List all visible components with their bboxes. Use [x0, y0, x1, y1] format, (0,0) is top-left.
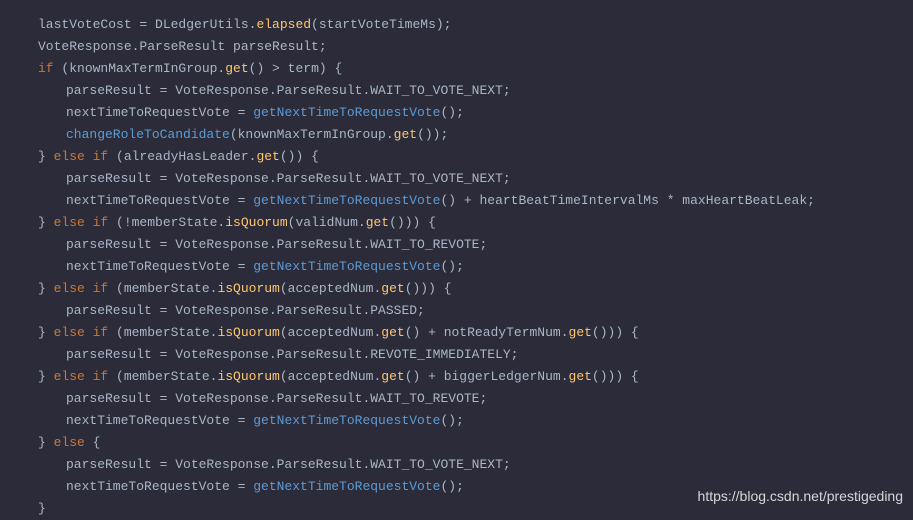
code-text: VoteResponse.ParseResult parseResult;: [38, 39, 327, 54]
code-text: ())) {: [405, 281, 452, 296]
code-text: () + notReadyTermNum.: [405, 325, 569, 340]
code-text: parseResult = VoteResponse.ParseResult.W…: [66, 237, 487, 252]
code-text: (acceptedNum.: [280, 325, 381, 340]
code-text: {: [85, 435, 101, 450]
watermark-text: https://blog.csdn.net/prestigeding: [698, 485, 903, 507]
code-line: } else if (memberState.isQuorum(accepted…: [38, 278, 903, 300]
code-line: changeRoleToCandidate(knownMaxTermInGrou…: [66, 124, 903, 146]
method-call: get: [225, 61, 248, 76]
method-call: getNextTimeToRequestVote: [253, 193, 440, 208]
code-text: lastVoteCost = DLedgerUtils.: [38, 17, 256, 32]
code-text: parseResult = VoteResponse.ParseResult.P…: [66, 303, 425, 318]
code-text: nextTimeToRequestVote =: [66, 479, 253, 494]
code-line: parseResult = VoteResponse.ParseResult.P…: [66, 300, 903, 322]
code-text: }: [38, 369, 54, 384]
code-line: parseResult = VoteResponse.ParseResult.W…: [66, 168, 903, 190]
code-line: } else if (!memberState.isQuorum(validNu…: [38, 212, 903, 234]
code-line: VoteResponse.ParseResult parseResult;: [38, 36, 903, 58]
method-call: get: [381, 369, 404, 384]
code-text: (startVoteTimeMs);: [311, 17, 451, 32]
code-text: }: [38, 435, 54, 450]
keyword: else if: [54, 215, 109, 230]
code-text: (validNum.: [288, 215, 366, 230]
code-text: ();: [440, 259, 463, 274]
keyword: else if: [54, 325, 109, 340]
code-line: if (knownMaxTermInGroup.get() > term) {: [38, 58, 903, 80]
code-text: ())) {: [592, 325, 639, 340]
method-call: getNextTimeToRequestVote: [253, 105, 440, 120]
code-text: ()) {: [280, 149, 319, 164]
code-text: (memberState.: [108, 325, 217, 340]
code-text: ();: [440, 413, 463, 428]
keyword: else if: [54, 149, 109, 164]
code-text: }: [38, 325, 54, 340]
code-text: ();: [440, 105, 463, 120]
code-line: parseResult = VoteResponse.ParseResult.W…: [66, 234, 903, 256]
method-call: elapsed: [256, 17, 311, 32]
code-line: nextTimeToRequestVote = getNextTimeToReq…: [66, 410, 903, 432]
code-text: (acceptedNum.: [280, 369, 381, 384]
code-text: }: [38, 149, 54, 164]
method-call: changeRoleToCandidate: [66, 127, 230, 142]
code-text: () > term) {: [249, 61, 343, 76]
code-text: ())) {: [592, 369, 639, 384]
code-line: parseResult = VoteResponse.ParseResult.W…: [66, 454, 903, 476]
method-call: get: [256, 149, 279, 164]
code-text: (!memberState.: [108, 215, 225, 230]
code-text: parseResult = VoteResponse.ParseResult.W…: [66, 457, 511, 472]
code-text: nextTimeToRequestVote =: [66, 193, 253, 208]
code-line: nextTimeToRequestVote = getNextTimeToReq…: [66, 102, 903, 124]
method-call: get: [381, 281, 404, 296]
method-call: get: [381, 325, 404, 340]
code-line: nextTimeToRequestVote = getNextTimeToReq…: [66, 190, 903, 212]
code-line: } else if (memberState.isQuorum(accepted…: [38, 366, 903, 388]
code-line: nextTimeToRequestVote = getNextTimeToReq…: [66, 256, 903, 278]
code-text: (memberState.: [108, 369, 217, 384]
method-call: get: [366, 215, 389, 230]
code-text: nextTimeToRequestVote =: [66, 413, 253, 428]
keyword: else if: [54, 369, 109, 384]
code-text: ());: [417, 127, 448, 142]
keyword: if: [38, 61, 54, 76]
code-line: } else if (memberState.isQuorum(accepted…: [38, 322, 903, 344]
code-text: () + heartBeatTimeIntervalMs * maxHeartB…: [440, 193, 814, 208]
code-text: (acceptedNum.: [280, 281, 381, 296]
code-block: lastVoteCost = DLedgerUtils.elapsed(star…: [10, 14, 903, 520]
method-call: isQuorum: [217, 281, 279, 296]
method-call: getNextTimeToRequestVote: [253, 259, 440, 274]
code-line: parseResult = VoteResponse.ParseResult.W…: [66, 388, 903, 410]
method-call: get: [569, 369, 592, 384]
code-text: parseResult = VoteResponse.ParseResult.W…: [66, 391, 487, 406]
method-call: getNextTimeToRequestVote: [253, 479, 440, 494]
code-line: } else if (alreadyHasLeader.get()) {: [38, 146, 903, 168]
code-text: }: [38, 501, 46, 516]
keyword: else if: [54, 281, 109, 296]
code-text: }: [38, 281, 54, 296]
method-call: get: [394, 127, 417, 142]
code-text: (knownMaxTermInGroup.: [230, 127, 394, 142]
code-line: lastVoteCost = DLedgerUtils.elapsed(star…: [38, 14, 903, 36]
method-call: getNextTimeToRequestVote: [253, 413, 440, 428]
code-text: ();: [440, 479, 463, 494]
code-text: }: [38, 215, 54, 230]
code-text: nextTimeToRequestVote =: [66, 105, 253, 120]
keyword: else: [54, 435, 85, 450]
code-line: } else {: [38, 432, 903, 454]
code-text: () + biggerLedgerNum.: [405, 369, 569, 384]
code-line: parseResult = VoteResponse.ParseResult.R…: [66, 344, 903, 366]
code-text: parseResult = VoteResponse.ParseResult.R…: [66, 347, 518, 362]
code-line: parseResult = VoteResponse.ParseResult.W…: [66, 80, 903, 102]
code-text: ())) {: [389, 215, 436, 230]
code-text: (memberState.: [108, 281, 217, 296]
code-text: nextTimeToRequestVote =: [66, 259, 253, 274]
method-call: isQuorum: [217, 325, 279, 340]
method-call: isQuorum: [217, 369, 279, 384]
code-text: (alreadyHasLeader.: [108, 149, 256, 164]
code-text: parseResult = VoteResponse.ParseResult.W…: [66, 171, 511, 186]
code-text: (knownMaxTermInGroup.: [54, 61, 226, 76]
method-call: isQuorum: [225, 215, 287, 230]
method-call: get: [569, 325, 592, 340]
code-text: parseResult = VoteResponse.ParseResult.W…: [66, 83, 511, 98]
